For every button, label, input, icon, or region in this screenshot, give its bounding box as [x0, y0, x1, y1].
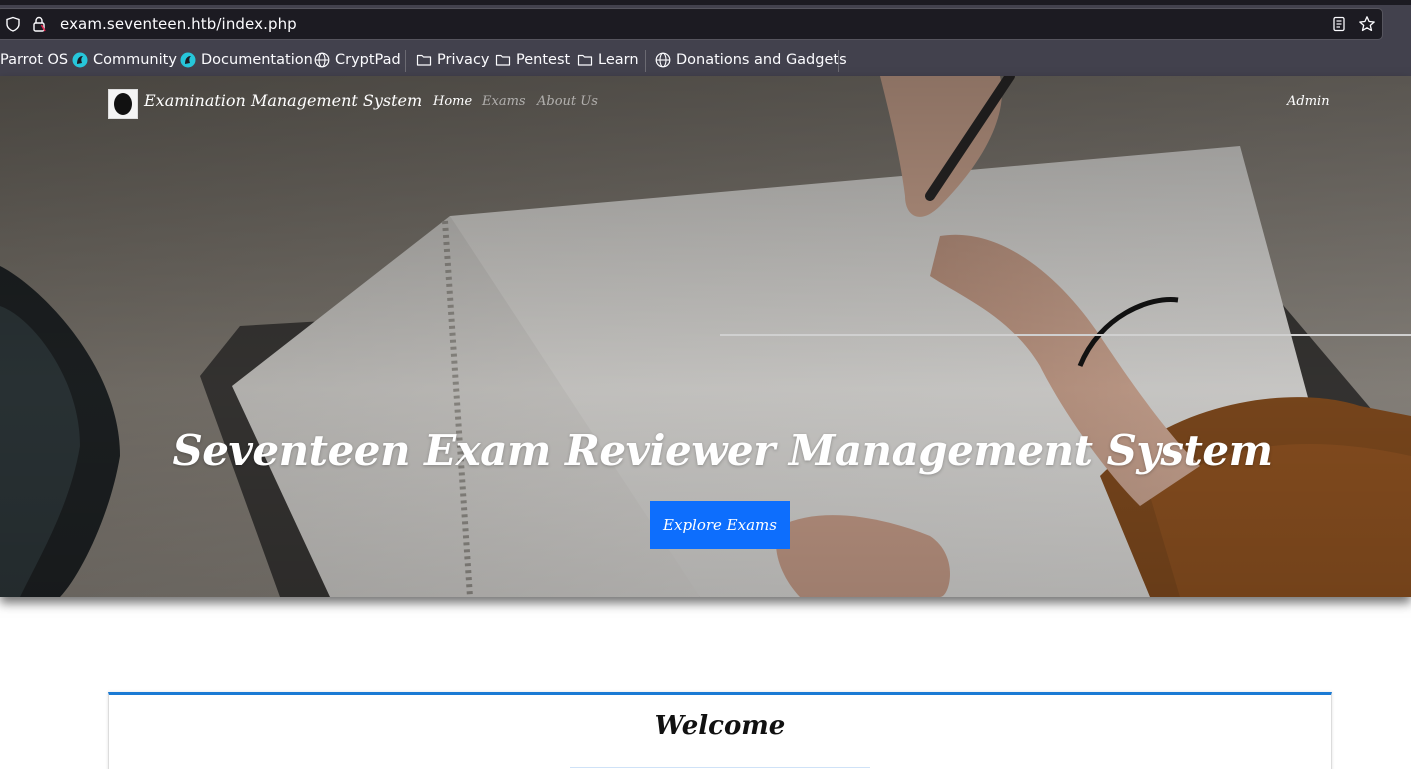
- welcome-card: Welcome: [108, 692, 1332, 769]
- bookmark-folder-pentest[interactable]: Pentest: [495, 50, 570, 70]
- parrot-icon: [180, 52, 196, 68]
- globe-icon: [655, 52, 671, 68]
- folder-icon: [495, 54, 511, 66]
- bookmark-label: Documentation: [201, 52, 313, 68]
- hero-title: Seventeen Exam Reviewer Management Syste…: [172, 426, 1273, 475]
- bookmark-label: Parrot OS: [0, 52, 69, 68]
- bookmark-folder-learn[interactable]: Learn: [577, 50, 639, 70]
- folder-icon: [416, 54, 432, 66]
- tab-strip-edge: [0, 0, 1411, 5]
- url-bar[interactable]: exam.seventeen.htb/index.php: [0, 8, 1383, 40]
- bookmark-star-icon[interactable]: [1358, 15, 1376, 33]
- url-text[interactable]: exam.seventeen.htb/index.php: [60, 15, 297, 33]
- bookmarks-toolbar: Parrot OS Community Documentation CryptP…: [0, 44, 1411, 76]
- bookmark-separator: [645, 50, 646, 72]
- lock-icon[interactable]: [32, 16, 46, 32]
- bookmark-label: Community: [93, 52, 177, 68]
- bookmark-label: Privacy: [437, 52, 490, 68]
- hero-section: Examination Management System Home Exams…: [0, 76, 1411, 597]
- nav-link-about-us[interactable]: About Us: [537, 94, 598, 109]
- bookmark-label: Pentest: [516, 52, 571, 68]
- site-navbar: Examination Management System Home Exams…: [0, 76, 1411, 128]
- bookmark-separator: [405, 50, 406, 72]
- folder-icon: [577, 54, 593, 66]
- reader-view-icon[interactable]: [1331, 16, 1347, 32]
- bookmark-separator: [838, 50, 839, 72]
- parrot-icon: [72, 52, 88, 68]
- welcome-divider: [570, 767, 870, 768]
- brand-name[interactable]: Examination Management System: [144, 91, 422, 110]
- bookmark-cryptpad[interactable]: CryptPad: [314, 50, 401, 70]
- bookmark-label: CryptPad: [335, 52, 401, 68]
- nav-link-admin[interactable]: Admin: [1287, 94, 1330, 109]
- bookmark-donations-and-gadgets[interactable]: Donations and Gadgets: [655, 50, 847, 70]
- bookmark-community[interactable]: Community: [72, 50, 177, 70]
- bookmark-documentation[interactable]: Documentation: [180, 50, 313, 70]
- shield-icon[interactable]: [5, 16, 21, 32]
- nav-link-home[interactable]: Home: [433, 94, 472, 109]
- bookmark-label: Learn: [598, 52, 639, 68]
- bookmark-label: Donations and Gadgets: [676, 52, 847, 68]
- bookmark-parrot-os[interactable]: Parrot OS: [0, 50, 68, 70]
- explore-exams-button[interactable]: Explore Exams: [650, 501, 790, 549]
- brand-logo[interactable]: [108, 89, 138, 119]
- browser-chrome: exam.seventeen.htb/index.php Parrot OS C…: [0, 0, 1411, 76]
- globe-icon: [314, 52, 330, 68]
- welcome-title: Welcome: [654, 711, 786, 741]
- nav-link-exams[interactable]: Exams: [482, 94, 526, 109]
- bookmark-folder-privacy[interactable]: Privacy: [416, 50, 490, 70]
